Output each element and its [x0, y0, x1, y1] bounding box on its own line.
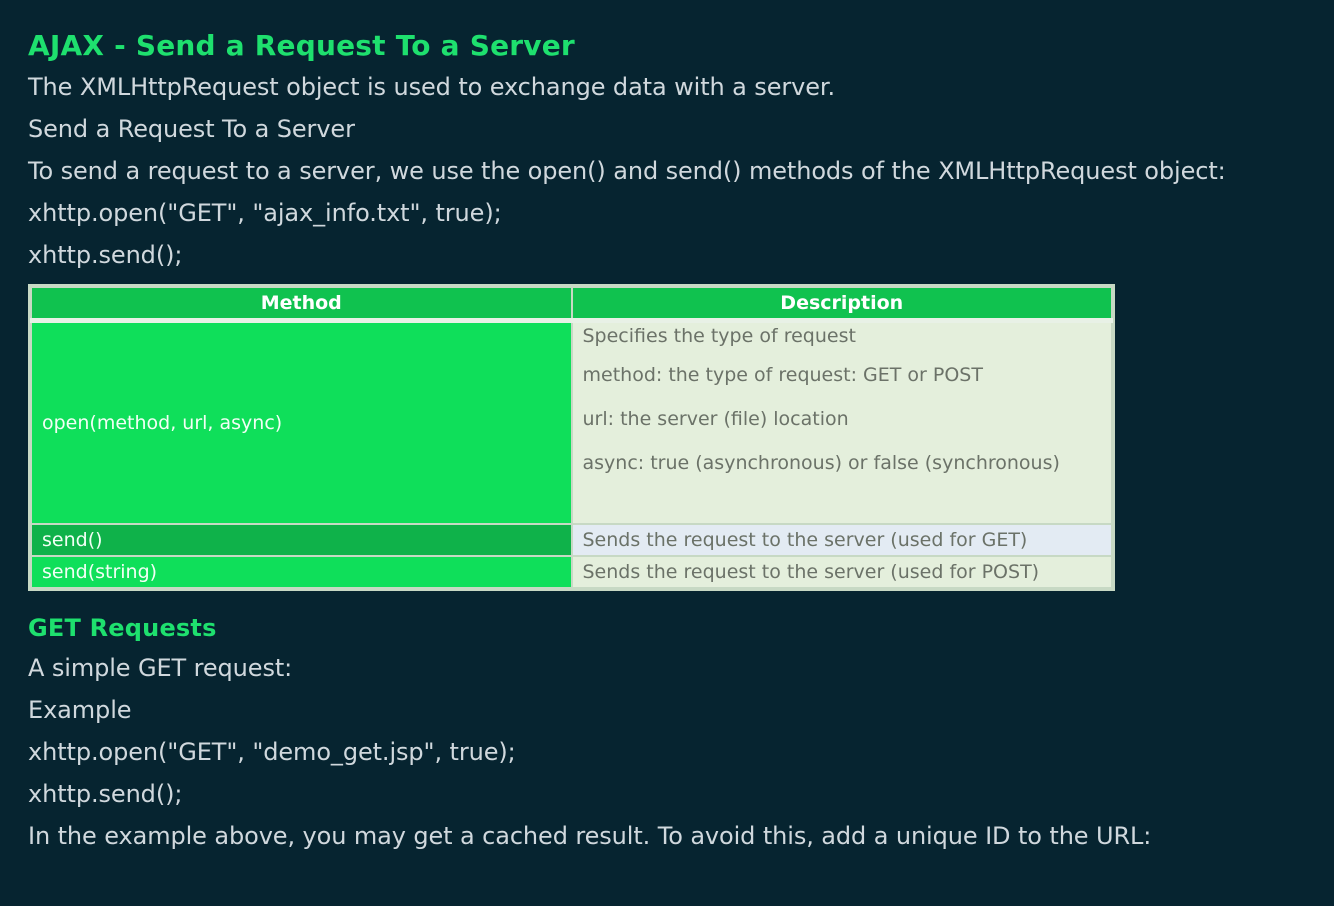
- table-row: send(string) Sends the request to the se…: [30, 555, 1113, 589]
- body-line: A simple GET request:: [28, 654, 293, 682]
- description-cell: Specifies the type of request method: th…: [570, 319, 1113, 525]
- document-content: AJAX - Send a Request To a Server The XM…: [28, 26, 1328, 857]
- example-label: Example: [28, 696, 132, 724]
- methods-table: Method Description open(method, url, asy…: [30, 286, 1113, 589]
- column-header-description: Description: [570, 286, 1113, 323]
- method-cell: send(): [30, 523, 573, 557]
- page-title: AJAX - Send a Request To a Server: [28, 29, 575, 62]
- code-line: xhttp.open("GET", "ajax_info.txt", true)…: [28, 199, 502, 227]
- intro-subheading: Send a Request To a Server: [28, 115, 355, 143]
- intro-line: To send a request to a server, we use th…: [28, 157, 1226, 185]
- description-line: async: true (asynchronous) or false (syn…: [582, 452, 1060, 474]
- code-line: xhttp.open("GET", "demo_get.jsp", true);: [28, 738, 516, 766]
- table-row: open(method, url, async) Specifies the t…: [30, 319, 1113, 525]
- code-line: xhttp.send();: [28, 241, 183, 269]
- methods-table-container: Method Description open(method, url, asy…: [28, 284, 1115, 591]
- method-cell: send(string): [30, 555, 573, 589]
- description-line: method: the type of request: GET or POST: [582, 364, 983, 386]
- body-line: In the example above, you may get a cach…: [28, 822, 1152, 850]
- description-line: url: the server (file) location: [582, 408, 849, 430]
- intro-line: The XMLHttpRequest object is used to exc…: [28, 73, 836, 101]
- column-header-method: Method: [30, 286, 573, 323]
- description-cell: Sends the request to the server (used fo…: [570, 555, 1113, 589]
- method-cell: open(method, url, async): [30, 319, 573, 525]
- section-title-get-requests: GET Requests: [28, 614, 217, 642]
- code-line: xhttp.send();: [28, 780, 183, 808]
- description-cell: Sends the request to the server (used fo…: [570, 523, 1113, 557]
- description-line: Specifies the type of request: [582, 325, 856, 347]
- table-header-row: Method Description: [30, 286, 1113, 323]
- table-row: send() Sends the request to the server (…: [30, 523, 1113, 557]
